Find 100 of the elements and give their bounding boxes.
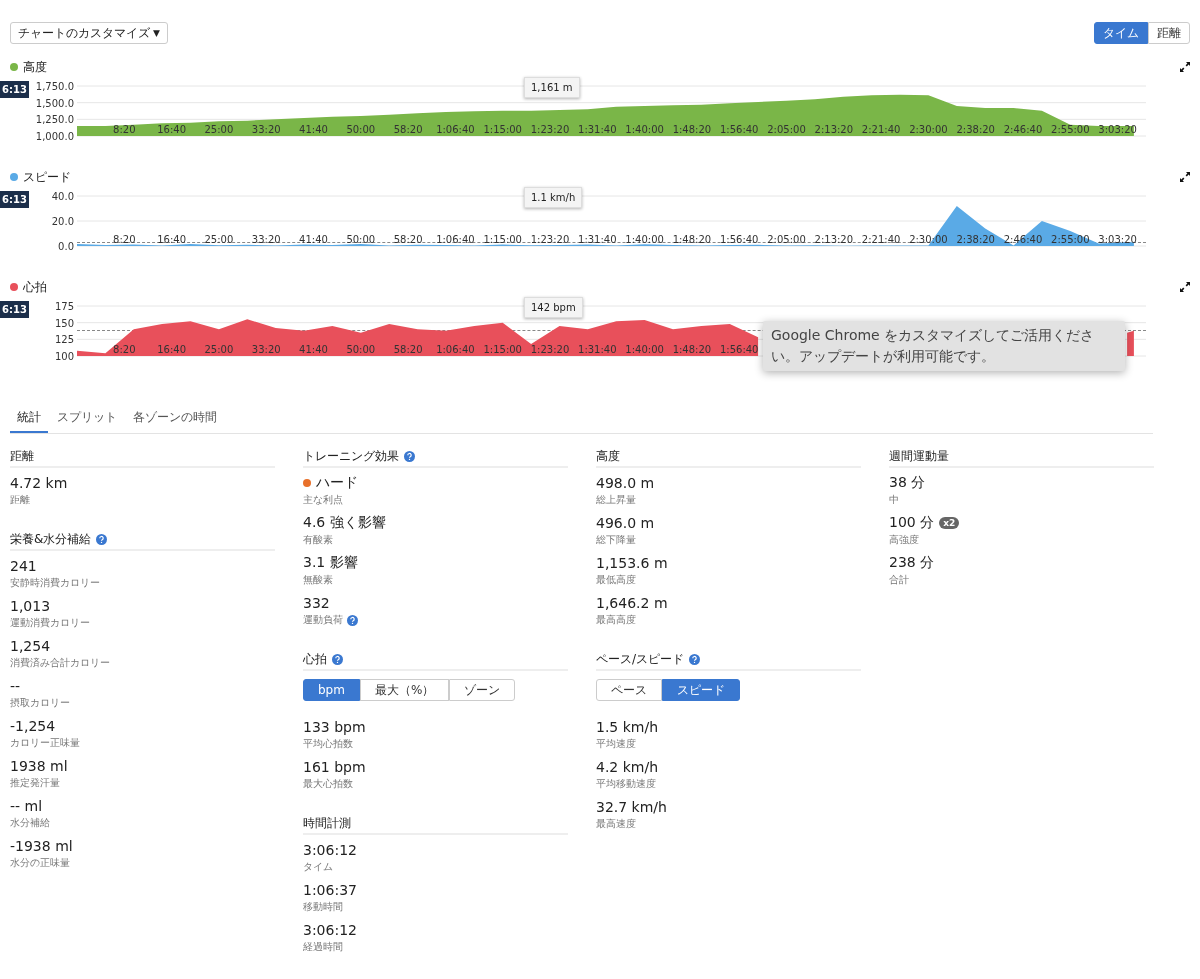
customize-chart-button[interactable]: チャートのカスタマイズ ▼ <box>10 22 168 44</box>
x-tick-label: 1:40:00 <box>625 234 664 245</box>
stat-value: -1938 ml <box>10 838 73 854</box>
stat-value: 238 分 <box>889 554 935 572</box>
x-tick-label: 50:00 <box>346 344 376 355</box>
x-tick-label: 58:20 <box>393 344 423 355</box>
stat-label: 無酸素 <box>303 573 333 587</box>
x-tick-label: 1:56:40 <box>719 344 759 355</box>
x-tick-label: 1:06:40 <box>436 234 475 245</box>
section-title: 週間運動量 <box>889 448 949 465</box>
stat-value: 241 <box>10 558 37 574</box>
chart-title: 心拍 <box>23 278 47 296</box>
unit-toggle-button[interactable]: ゾーン <box>449 679 516 701</box>
help-icon[interactable] <box>689 654 701 665</box>
expand-icon[interactable] <box>1180 172 1190 182</box>
section-title: 心拍 <box>303 651 327 668</box>
stat-value: 38 分 <box>889 474 926 492</box>
stat-label: 運動消費カロリー <box>10 616 90 630</box>
x-tick-label: 1:31:40 <box>578 234 617 245</box>
caret-icon: ▼ <box>153 28 160 38</box>
x-tick-label: 1:15:00 <box>483 124 522 135</box>
x-tick-label: 1:23:20 <box>530 124 570 135</box>
stat-label: 平均移動速度 <box>596 777 656 791</box>
chart-tooltip: 1,161 m <box>524 77 580 98</box>
section-title: 高度 <box>596 448 620 465</box>
stat-value: 332 <box>303 595 330 611</box>
x-tick-label: 2:13:20 <box>814 124 854 135</box>
section-title: 距離 <box>10 448 34 465</box>
x-tick-label: 2:30:00 <box>909 124 948 135</box>
x-tick-label: 8:20 <box>113 344 136 355</box>
x-tick-label: 25:00 <box>204 234 234 245</box>
stat-label: 最大心拍数 <box>303 777 353 791</box>
help-icon[interactable] <box>96 534 108 545</box>
stat-value: 3:06:12 <box>303 922 357 938</box>
stat-label: 最低高度 <box>596 573 636 587</box>
stat-value: 1,254 <box>10 638 51 654</box>
stat-label: 合計 <box>889 573 909 587</box>
unit-toggle-button[interactable]: 最大（%） <box>359 679 450 701</box>
section-title: 時間計測 <box>303 815 351 832</box>
stat-label: 主な利点 <box>303 493 343 507</box>
stat-value: 1,013 <box>10 598 51 614</box>
expand-icon[interactable] <box>1180 282 1190 292</box>
notification-popup: Google Chrome をカスタマイズしてご活用ください。アップデートが利用可能です。 <box>763 321 1125 371</box>
x-tick-label: 2:55:00 <box>1051 124 1090 135</box>
chart-title: 高度 <box>23 58 47 76</box>
x-tick-label: 2:55:00 <box>1051 234 1090 245</box>
help-icon[interactable] <box>404 451 415 462</box>
x-tick-label: 41:40 <box>299 124 328 135</box>
x-tick-label: 2:13:20 <box>814 234 854 245</box>
stat-value: 4.2 km/h <box>596 759 659 775</box>
stat-label: 平均心拍数 <box>303 737 353 751</box>
tab[interactable]: 統計 <box>10 404 48 433</box>
y-tick-label: 125 <box>54 334 74 346</box>
multiplier-badge: x2 <box>939 517 960 529</box>
tab[interactable]: スプリット <box>50 404 124 433</box>
x-tick-label: 8:20 <box>113 124 136 135</box>
x-tick-label: 33:20 <box>251 344 281 355</box>
stat-value: 1,153.6 m <box>596 555 668 571</box>
stat-value: 1938 ml <box>10 758 68 774</box>
x-tick-label: 50:00 <box>346 124 376 135</box>
unit-toggle-button[interactable]: ペース <box>596 679 662 701</box>
stat-value: 3:06:12 <box>303 842 357 858</box>
expand-icon[interactable] <box>1180 62 1190 72</box>
stat-value: -- ml <box>10 798 43 814</box>
stat-label: 平均速度 <box>596 737 636 751</box>
tab[interactable]: 各ゾーンの時間 <box>126 404 224 433</box>
x-tick-label: 1:40:00 <box>625 124 664 135</box>
stat-value: 498.0 m <box>596 475 655 491</box>
y-tick-label: 1,250.0 <box>35 114 74 126</box>
x-tick-label: 8:20 <box>113 234 136 245</box>
help-icon[interactable] <box>332 654 343 665</box>
y-tick-label: 1,500.0 <box>35 97 74 109</box>
axis-toggle-button[interactable]: 距離 <box>1148 22 1190 44</box>
y-tick-label: 0.0 <box>58 241 74 252</box>
y-tick-label: 100 <box>54 351 74 362</box>
y-tick-label: 150 <box>54 317 74 329</box>
unit-toggle-button[interactable]: スピード <box>662 679 740 701</box>
cursor-time-label: 6:13 <box>0 301 29 318</box>
stat-label: 運動負荷 <box>303 613 343 627</box>
x-tick-label: 1:31:40 <box>578 124 617 135</box>
stat-label: 高強度 <box>889 533 919 547</box>
x-tick-label: 1:23:20 <box>530 344 570 355</box>
section-title: トレーニング効果 <box>303 448 399 465</box>
x-tick-label: 58:20 <box>393 234 423 245</box>
stat-label: 中 <box>889 493 899 507</box>
stat-value: ハード <box>316 474 358 492</box>
stat-value: 161 bpm <box>303 759 366 775</box>
stat-value: 1:06:37 <box>303 882 357 898</box>
x-tick-label: 16:40 <box>157 234 186 245</box>
x-tick-label: 58:20 <box>393 124 423 135</box>
unit-toggle-button[interactable]: bpm <box>303 679 360 701</box>
y-tick-label: 175 <box>54 301 74 312</box>
x-tick-label: 1:06:40 <box>436 124 475 135</box>
x-tick-label: 1:31:40 <box>578 344 617 355</box>
axis-toggle-button[interactable]: タイム <box>1094 22 1148 44</box>
stat-label: 経過時間 <box>303 940 343 954</box>
stat-value: 1,646.2 m <box>596 595 668 611</box>
x-tick-label: 1:48:20 <box>672 234 712 245</box>
help-icon[interactable] <box>347 614 358 626</box>
stat-value: 32.7 km/h <box>596 799 667 815</box>
